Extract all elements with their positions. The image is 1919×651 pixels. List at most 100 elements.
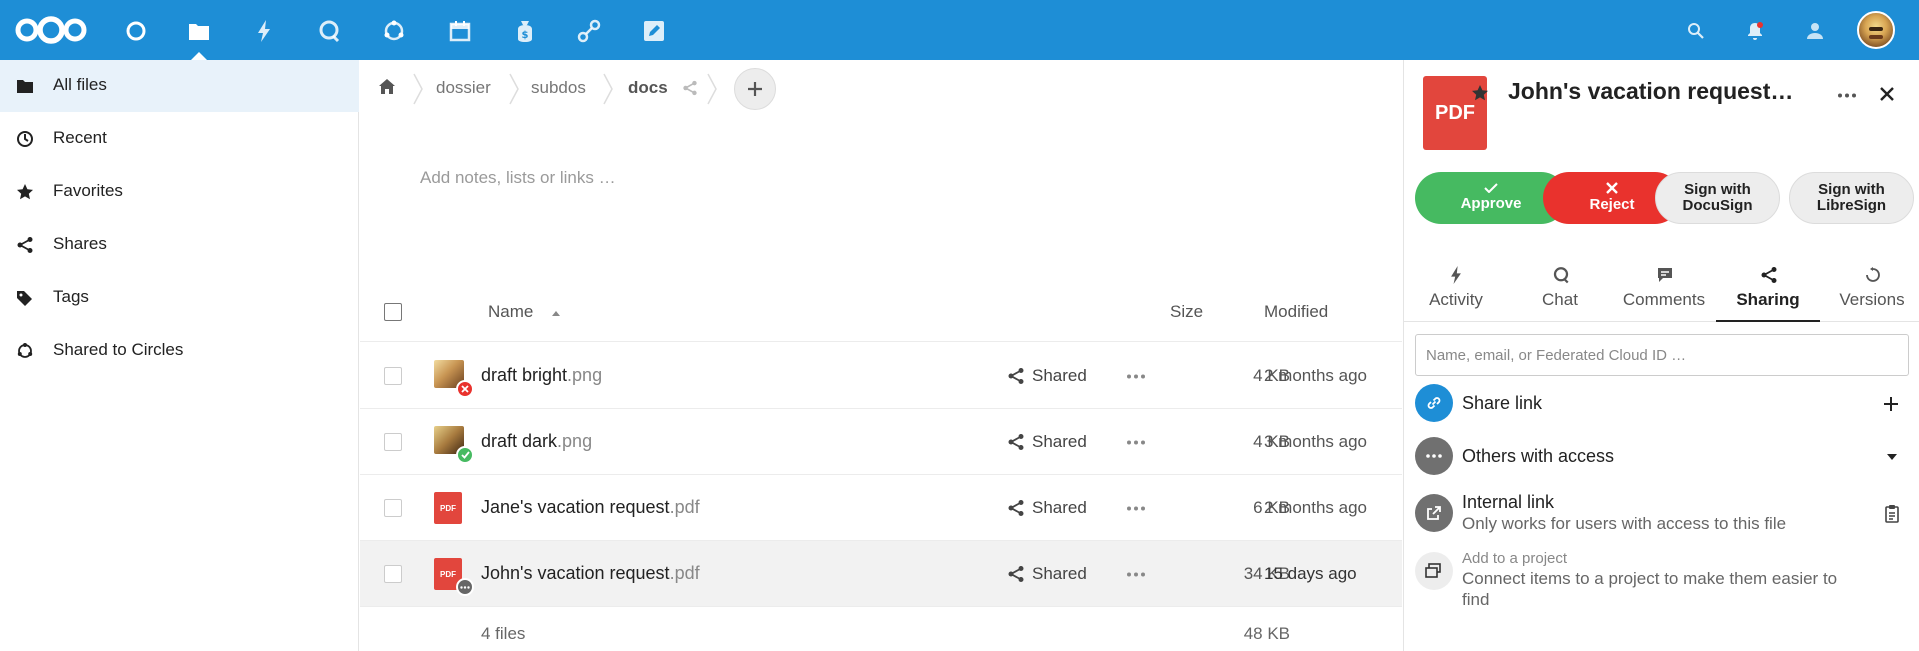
contacts-person-icon[interactable] [1801, 17, 1829, 45]
link-icon [1415, 384, 1453, 422]
nav-item-all-files[interactable]: All files [0, 60, 359, 112]
nav-item-tags[interactable]: Tags [0, 272, 359, 324]
share-icon[interactable] [1007, 565, 1025, 583]
row-checkbox[interactable] [384, 499, 402, 517]
user-avatar[interactable] [1857, 11, 1895, 49]
file-basename: Jane's vacation request [481, 497, 670, 517]
share-search-input[interactable] [1415, 334, 1909, 376]
circles-icon[interactable] [380, 17, 408, 45]
favorite-star-icon[interactable] [1471, 84, 1489, 102]
shared-label[interactable]: Shared [1032, 366, 1087, 386]
activity-lightning-icon[interactable] [250, 17, 278, 45]
tab-activity[interactable]: Activity [1404, 260, 1508, 322]
search-icon[interactable] [1682, 17, 1710, 45]
folder-icon [17, 80, 33, 93]
file-thumbnail[interactable] [434, 360, 474, 398]
notes-edit-icon[interactable] [640, 17, 668, 45]
file-name[interactable]: draft dark.png [481, 431, 592, 452]
approved-check-icon [456, 446, 474, 464]
close-icon[interactable] [1879, 86, 1895, 102]
row-checkbox[interactable] [384, 367, 402, 385]
nav-item-shared-to-circles[interactable]: Shared to Circles [0, 325, 359, 377]
svg-text:$: $ [522, 30, 529, 41]
tab-label: Versions [1839, 290, 1905, 309]
add-to-project-row[interactable]: Add to a project Connect items to a proj… [1415, 550, 1909, 610]
more-actions-icon[interactable] [1126, 506, 1146, 511]
table-row[interactable]: PDF Jane's vacation request.pdf Shared 6… [360, 475, 1402, 541]
project-icon [1415, 552, 1453, 590]
breadcrumb-chevron-icon [509, 73, 519, 105]
file-name[interactable]: Jane's vacation request.pdf [481, 497, 700, 518]
ellipsis-icon [1415, 437, 1453, 475]
select-all-checkbox[interactable] [384, 303, 402, 321]
home-icon[interactable] [378, 78, 396, 96]
file-name[interactable]: draft bright.png [481, 365, 602, 386]
clipboard-icon[interactable] [1884, 504, 1902, 524]
others-with-access-row[interactable]: Others with access [1415, 437, 1909, 475]
breadcrumb-docs[interactable]: docs [628, 78, 668, 98]
row-checkbox[interactable] [384, 433, 402, 451]
table-row[interactable]: PDF John's vacation request.pdf Shared 3… [360, 541, 1402, 607]
files-main: dossier subdos docs Add notes, lists or … [360, 60, 1402, 651]
tab-chat[interactable]: Chat [1508, 260, 1612, 322]
sidebar-more-icon[interactable] [1837, 93, 1857, 98]
share-link-row[interactable]: Share link [1415, 384, 1909, 422]
chat-bubble-icon [1553, 267, 1569, 284]
file-name[interactable]: John's vacation request.pdf [481, 563, 700, 584]
files-folder-icon[interactable] [185, 17, 213, 45]
share-icon[interactable] [1007, 499, 1025, 517]
clock-icon [17, 131, 33, 147]
more-actions-icon[interactable] [1126, 374, 1146, 379]
column-size-header[interactable]: Size [1170, 302, 1203, 322]
shared-label[interactable]: Shared [1032, 432, 1087, 452]
tab-comments[interactable]: Comments [1612, 260, 1716, 322]
shared-label[interactable]: Shared [1032, 498, 1087, 518]
chevron-down-icon[interactable] [1887, 454, 1897, 460]
add-share-link-icon[interactable] [1883, 396, 1899, 412]
nav-item-label: Shares [53, 234, 107, 253]
more-actions-icon[interactable] [1126, 572, 1146, 577]
file-thumbnail[interactable] [434, 426, 474, 464]
breadcrumb-dossier[interactable]: dossier [436, 78, 491, 98]
tab-sharing[interactable]: Sharing [1716, 260, 1820, 322]
nav-item-recent[interactable]: Recent [0, 113, 359, 165]
column-name-header[interactable]: Name [488, 302, 533, 322]
pdf-file-icon[interactable]: PDF [434, 558, 474, 596]
nav-item-favorites[interactable]: Favorites [0, 166, 359, 218]
dashboard-circle-icon[interactable] [122, 17, 150, 45]
row-checkbox[interactable] [384, 565, 402, 583]
sidebar-file-title: John's vacation request… [1508, 78, 1794, 104]
notifications-bell-icon[interactable] [1741, 17, 1769, 45]
tab-versions[interactable]: Versions [1820, 260, 1919, 322]
internal-link-row[interactable]: Internal link Only works for users with … [1415, 490, 1909, 540]
circles-icon [17, 343, 33, 358]
nextcloud-logo-icon[interactable] [14, 14, 88, 46]
column-modified-header[interactable]: Modified [1264, 302, 1328, 322]
sign-with-docusign-button[interactable]: Sign with DocuSign [1655, 172, 1780, 224]
share-icon[interactable] [1007, 367, 1025, 385]
talk-chat-bubble-icon[interactable] [315, 17, 343, 45]
others-access-label: Others with access [1462, 446, 1615, 466]
flow-icon[interactable] [575, 17, 603, 45]
sign-with-libresign-button[interactable]: Sign with LibreSign [1789, 172, 1914, 224]
x-icon [1606, 182, 1618, 195]
file-extension: .pdf [669, 563, 700, 583]
project-description-line2: find [1462, 590, 1490, 609]
approve-label: Approve [1460, 195, 1522, 213]
share-icon[interactable] [1007, 433, 1025, 451]
money-bag-icon[interactable]: $ [511, 17, 539, 45]
rich-workspace-placeholder[interactable]: Add notes, lists or links … [420, 168, 616, 188]
new-file-button[interactable] [734, 68, 776, 110]
calendar-icon[interactable] [446, 17, 474, 45]
plus-icon [748, 82, 762, 96]
shared-label[interactable]: Shared [1032, 564, 1087, 584]
nav-item-label: Favorites [53, 181, 123, 200]
table-row[interactable]: draft dark.png Shared 4 KB 3 months ago [360, 409, 1402, 475]
table-row[interactable]: draft bright.png Shared 4 KB 2 months ag… [360, 343, 1402, 409]
more-actions-icon[interactable] [1126, 440, 1146, 445]
breadcrumb-share-icon[interactable] [682, 80, 698, 96]
nav-item-shares[interactable]: Shares [0, 219, 359, 271]
button-label-line2: DocuSign [1682, 197, 1753, 214]
breadcrumb-subdos[interactable]: subdos [531, 78, 586, 98]
pdf-file-icon[interactable]: PDF [434, 492, 466, 524]
